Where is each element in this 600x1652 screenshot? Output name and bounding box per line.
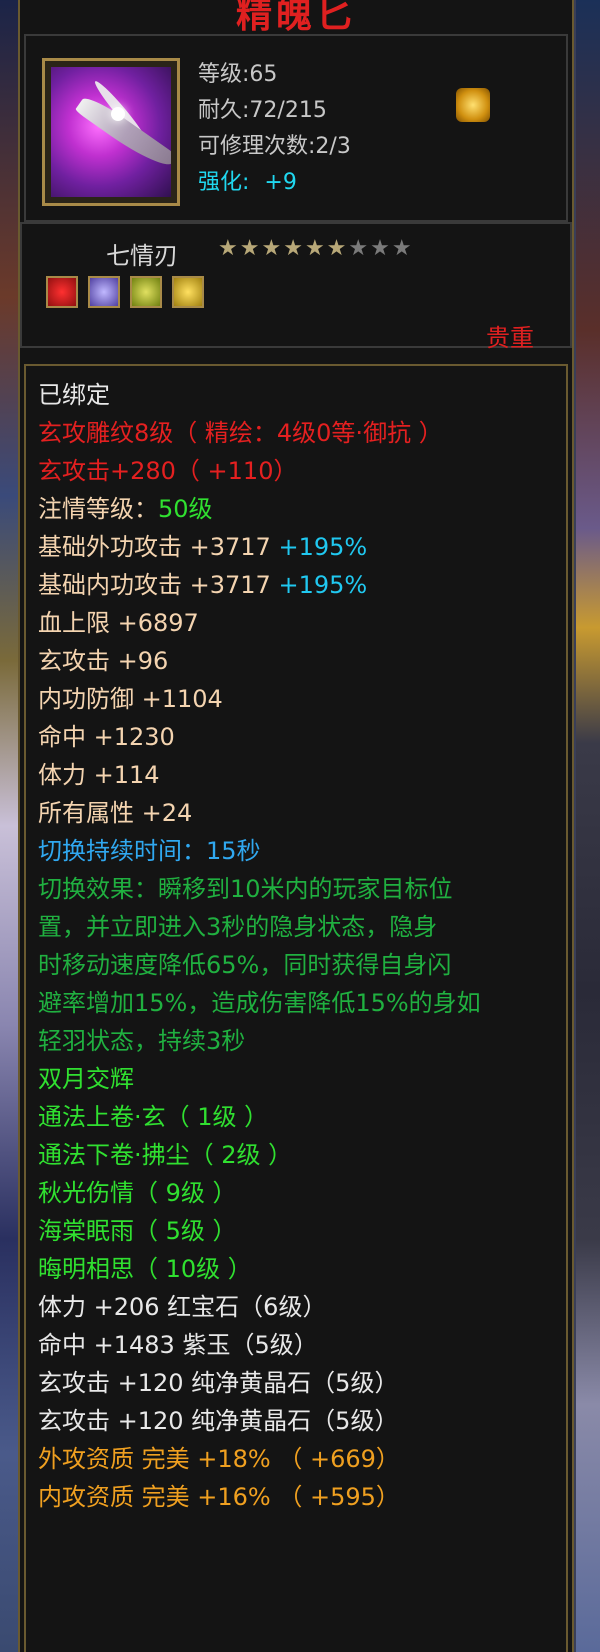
item-level: 等级:65 — [198, 62, 278, 87]
outer-attack-label: 基础外功攻击 +3717 — [38, 533, 271, 561]
zhuqing-line: 注情等级：50级 — [26, 490, 566, 528]
skill-line: 晦明相思（ 10级 ） — [38, 1255, 252, 1283]
stamina-line: 体力 +114 — [38, 761, 160, 789]
inner-defense-line: 内功防御 +1104 — [38, 685, 223, 713]
bound-status: 已绑定 — [38, 381, 110, 409]
star-rating: ★★★★★★★★★ — [218, 236, 414, 261]
switch-effect-text: 切换效果：瞬移到10米内的玩家目标位 置，并立即进入3秒的隐身状态，隐身 时移动… — [26, 870, 566, 1060]
item-durability: 耐久:72/215 — [198, 98, 327, 123]
gem-socket-red-icon — [46, 276, 78, 308]
dagger-icon — [51, 67, 171, 197]
outer-attack-line: 基础外功攻击 +3717 +195% — [26, 528, 566, 566]
item-enhance: 强化: +9 — [198, 164, 297, 196]
item-rarity: 贵重 — [486, 324, 534, 352]
switch-effect-line: 轻羽状态，持续3秒 — [38, 1027, 246, 1055]
inner-attack-label: 基础内功攻击 +3717 — [38, 571, 271, 599]
skill-set-line: 双月交辉 — [38, 1065, 134, 1093]
item-name: 七情刃 — [106, 242, 178, 270]
hit-line: 命中 +1230 — [38, 723, 175, 751]
all-attributes-line: 所有属性 +24 — [38, 799, 193, 827]
hp-line: 血上限 +6897 — [38, 609, 199, 637]
zhuqing-label: 注情等级： — [38, 495, 158, 523]
gem-socket-purple-icon — [88, 276, 120, 308]
star-empty-icon: ★ — [391, 236, 412, 261]
star-icon: ★ — [261, 236, 282, 261]
star-icon: ★ — [239, 236, 260, 261]
star-icon: ★ — [218, 236, 238, 261]
gem-line: 玄攻击 +120 纯净黄晶石（5级） — [38, 1369, 399, 1397]
star-icon: ★ — [304, 236, 325, 261]
zhuqing-value: 50级 — [158, 495, 213, 523]
item-attributes: 已绑定 玄攻雕纹8级（ 精绘：4级0等·御抗 ） 玄攻击+280（ +110） … — [24, 364, 568, 1652]
gem-line: 玄攻击 +120 纯净黄晶石（5级） — [38, 1407, 399, 1435]
switch-duration-line: 切换持续时间：15秒 — [38, 837, 261, 865]
item-header: 等级:65 耐久:72/215 可修理次数:2/3 强化: +9 — [24, 34, 568, 222]
enhance-label: 强化: — [198, 170, 250, 195]
gem-line: 命中 +1483 紫玉（5级） — [38, 1331, 318, 1359]
gem-socket-gold-icon — [172, 276, 204, 308]
star-icon: ★ — [283, 236, 303, 261]
item-title: 精魄匕 — [235, 0, 356, 36]
skill-line: 秋光伤情（ 9级 ） — [38, 1179, 237, 1207]
gem-line: 体力 +206 红宝石（6级） — [38, 1293, 327, 1321]
engrave-line: 玄攻雕纹8级（ 精绘：4级0等·御抗 ） — [38, 419, 443, 447]
item-repair-count: 可修理次数:2/3 — [198, 134, 351, 159]
skill-line: 海棠眠雨（ 5级 ） — [38, 1217, 237, 1245]
xuan-attack-2-line: 玄攻击 +96 — [38, 647, 169, 675]
star-icon: ★ — [326, 236, 347, 261]
item-tooltip-panel: 精魄匕 等级:65 耐久:72/215 可修理次数:2/3 强化: +9 七情刃… — [18, 0, 574, 1652]
inner-attack-line: 基础内功攻击 +3717 +195% — [26, 566, 566, 604]
switch-effect-line: 避率增加15%，造成伤害降低15%的身如 — [38, 989, 481, 1017]
switch-effect-line: 时移动速度降低65%，同时获得自身闪 — [38, 951, 452, 979]
item-icon — [42, 58, 180, 206]
star-empty-icon: ★ — [348, 236, 369, 261]
skill-line: 通法下卷·拂尘（ 2级 ） — [38, 1141, 293, 1169]
inner-attack-pct: +195% — [278, 571, 368, 599]
enhance-value: +9 — [264, 170, 297, 195]
gem-socket-yellow-icon — [130, 276, 162, 308]
quality-outer-line: 外攻资质 完美 +18% （ +669） — [38, 1445, 400, 1473]
quality-inner-line: 内攻资质 完美 +16% （ +595） — [38, 1483, 400, 1511]
xuan-attack-line: 玄攻击+280（ +110） — [38, 457, 298, 485]
star-empty-icon: ★ — [370, 236, 390, 261]
switch-effect-line: 置，并立即进入3秒的隐身状态，隐身 — [38, 913, 438, 941]
switch-effect-line: 切换效果：瞬移到10米内的玩家目标位 — [38, 875, 453, 903]
treasure-badge-icon — [456, 88, 490, 122]
item-name-row: 七情刃 ★★★★★★★★★ 贵重 — [20, 222, 572, 352]
outer-attack-pct: +195% — [278, 533, 368, 561]
background-scene-right — [576, 0, 600, 1652]
skill-line: 通法上卷·玄（ 1级 ） — [38, 1103, 269, 1131]
